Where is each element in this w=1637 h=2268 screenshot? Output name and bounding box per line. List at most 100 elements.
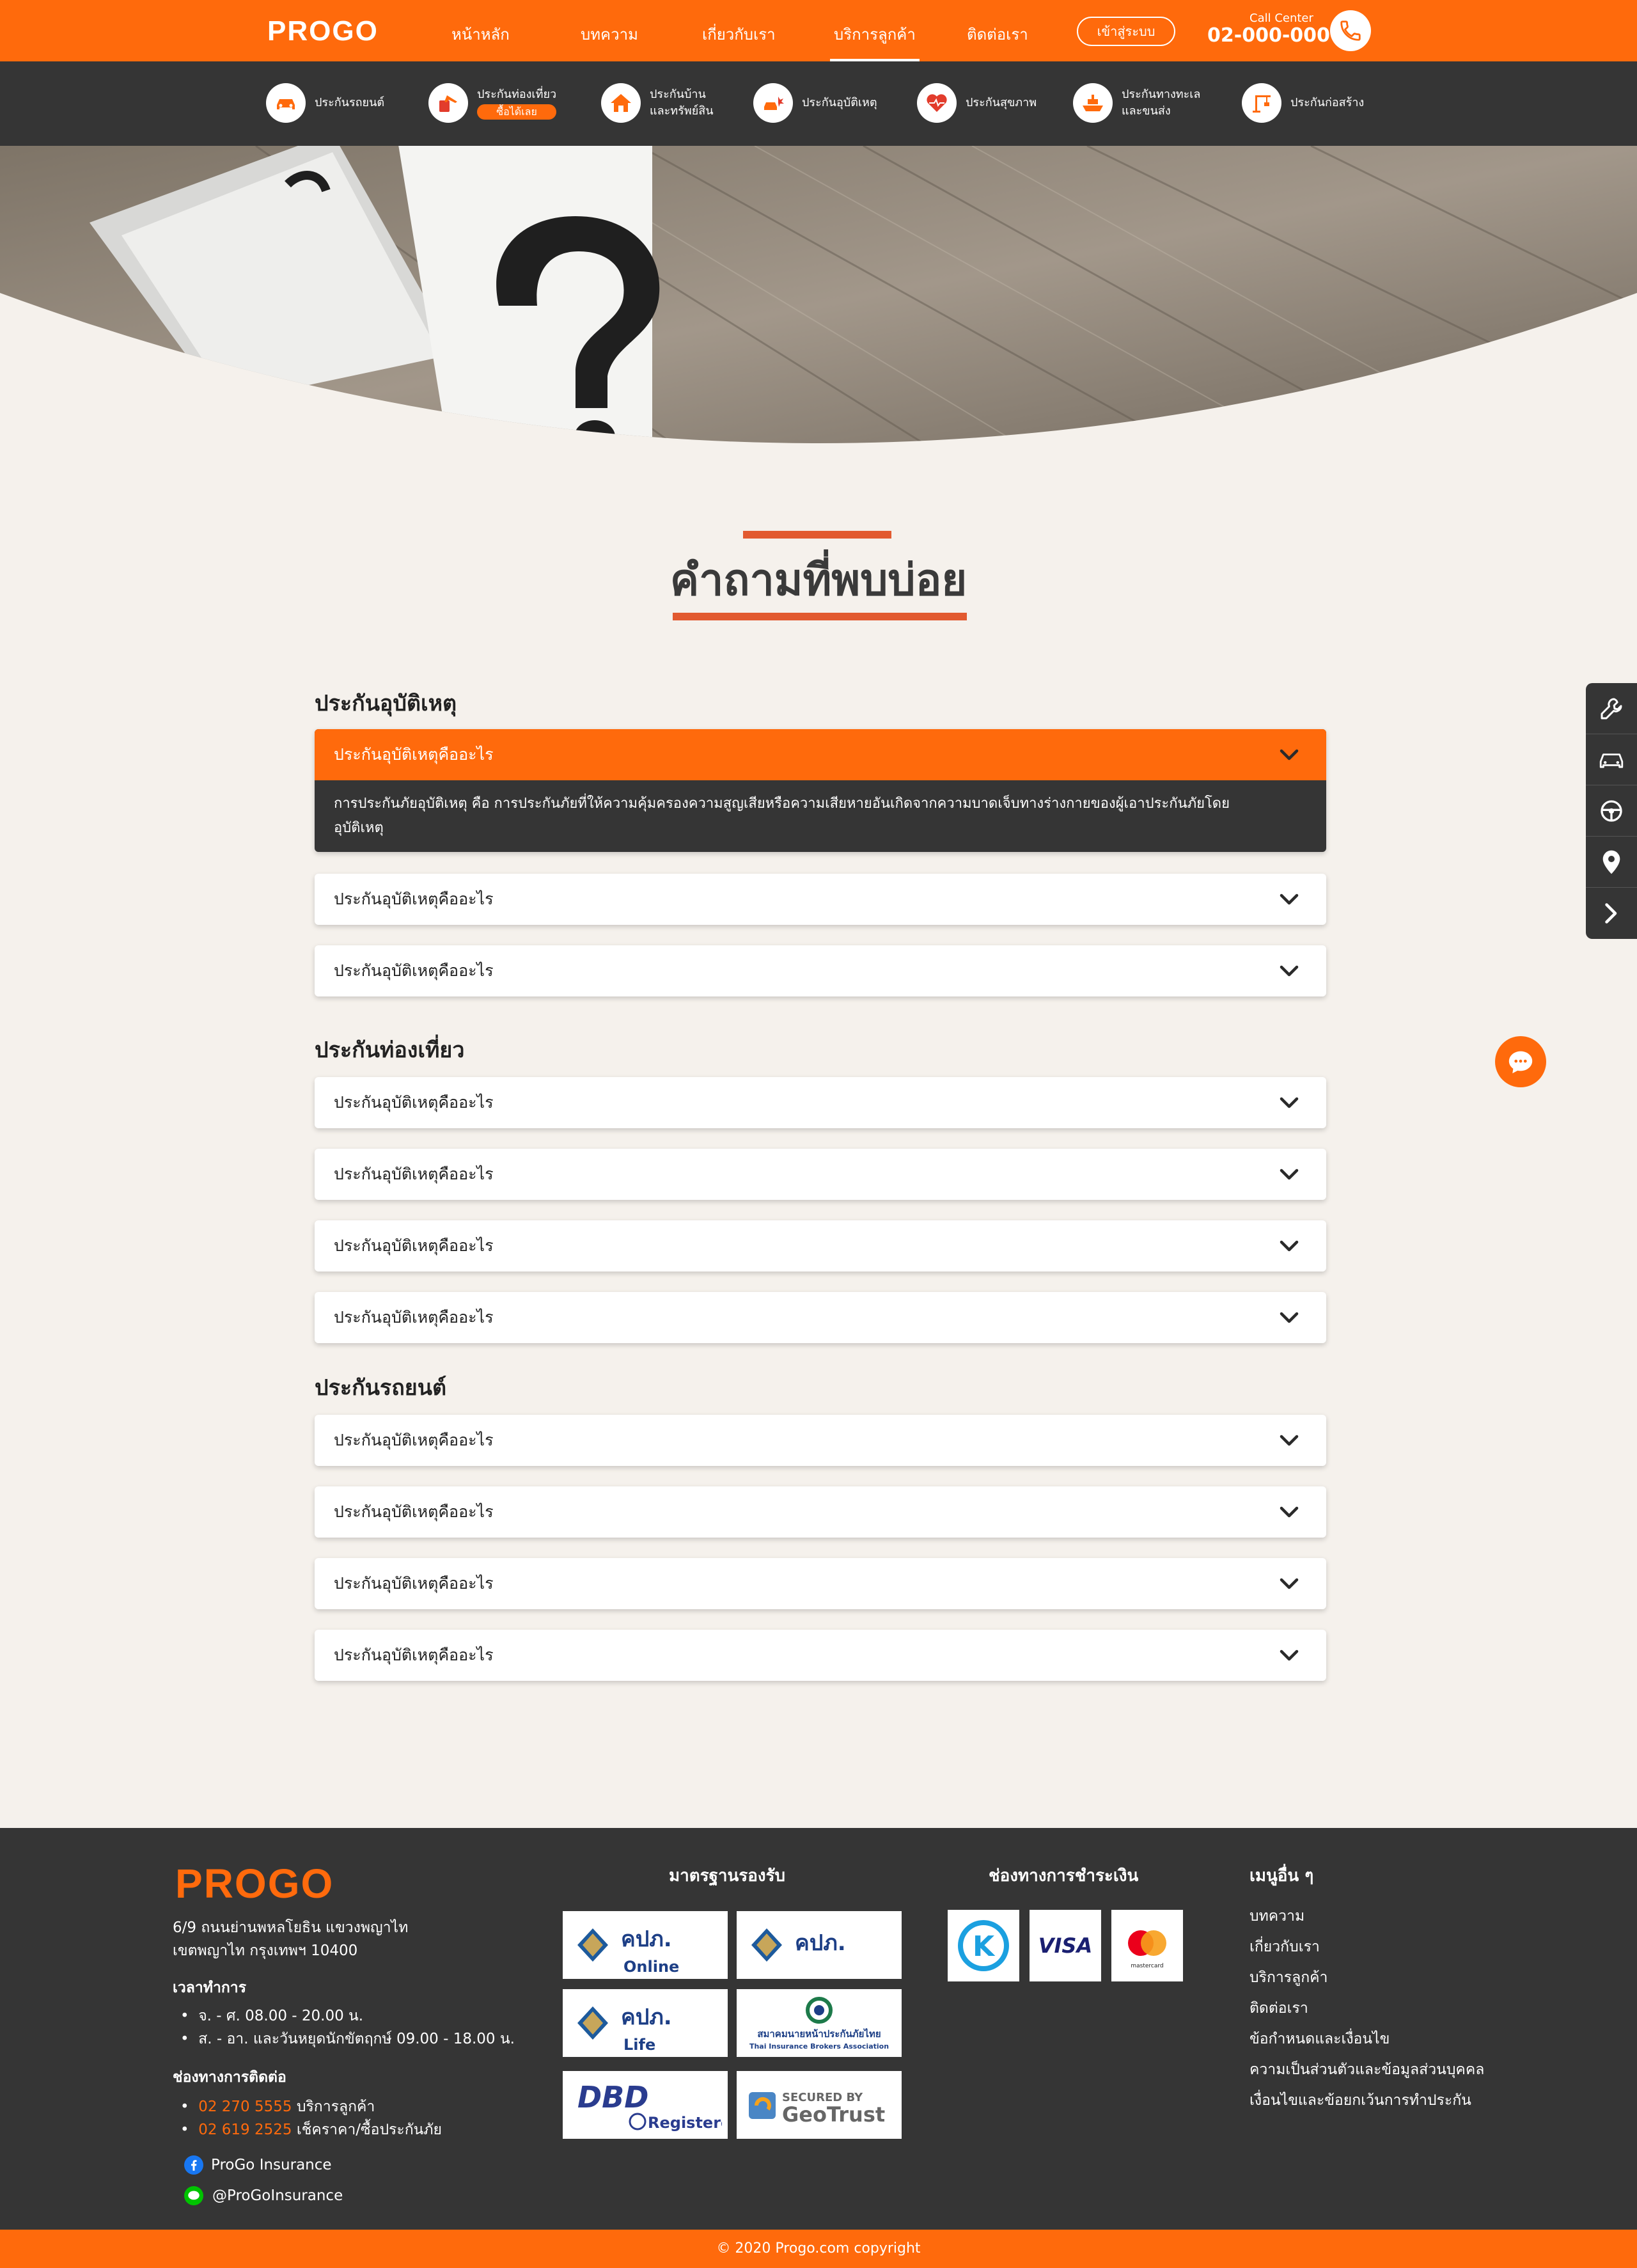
standards-heading: มาตรฐานรองรับ [669, 1866, 786, 1886]
footer-menu-link[interactable]: ข้อกำหนดและเงื่อนไข [1249, 2028, 1390, 2051]
nav-articles[interactable]: บทความ [581, 22, 638, 47]
footer-menu-link[interactable]: เกี่ยวกับเรา [1249, 1935, 1320, 1958]
faq-answer: การประกันภัยอุบัติเหตุ คือ การประกันภัยท… [334, 796, 1230, 836]
subnav-label: ประกันรถยนต์ [315, 96, 385, 109]
chevron-right-icon[interactable] [1586, 888, 1637, 939]
subnav-label-line1: ประกันทางทะเล [1122, 88, 1201, 101]
subnav-label: ประกันท่องเที่ยว [477, 88, 557, 101]
subnav-travel-insurance[interactable]: ประกันท่องเที่ยว ซื้อได้เลย [428, 81, 557, 125]
site-footer: PROGO 6/9 ถนนย่านพหลโยธิน แขวงพญาไท เขตพ… [0, 1828, 1637, 2230]
phone-number-link[interactable]: 02 619 2525 [198, 2122, 292, 2138]
svg-text:GeoTrust: GeoTrust [782, 2102, 885, 2127]
car-icon[interactable] [1586, 734, 1637, 785]
top-navigation-bar: PROGO หน้าหลัก บทความ เกี่ยวกับเรา บริกา… [0, 0, 1637, 63]
chevron-down-icon[interactable] [1278, 959, 1301, 982]
accident-icon [753, 83, 793, 123]
line-link[interactable]: @ProGoInsurance [184, 2186, 343, 2205]
steering-wheel-icon[interactable] [1586, 785, 1637, 837]
call-center-number[interactable]: 02-000-000 [1207, 24, 1330, 47]
phone-number-link[interactable]: 02 270 5555 [198, 2099, 292, 2115]
title-accent-bottom [673, 613, 967, 620]
chevron-down-icon[interactable] [1278, 1163, 1301, 1186]
subnav-construction-insurance[interactable]: ประกันก่อสร้าง [1242, 81, 1364, 125]
svg-text:Online: Online [623, 1958, 679, 1976]
login-button[interactable]: เข้าสู่ระบบ [1077, 17, 1175, 46]
footer-menu-link[interactable]: ความเป็นส่วนตัวและข้อมูลส่วนบุคคล [1249, 2058, 1484, 2081]
faq-question: ประกันอุบัติเหตุคืออะไร [334, 961, 494, 980]
floating-tool-panel [1586, 683, 1637, 939]
faq-item-expanded[interactable]: ประกันอุบัติเหตุคืออะไร การประกันภัยอุบั… [315, 729, 1326, 852]
address-line1: 6/9 ถนนย่านพหลโยธิน แขวงพญาไท [173, 1919, 409, 1936]
nav-customer-service[interactable]: บริการลูกค้า [830, 22, 920, 63]
hero-image [0, 146, 1637, 466]
line-icon [184, 2186, 203, 2205]
faq-item[interactable]: ประกันอุบัติเหตุคืออะไร [315, 1558, 1326, 1609]
location-pin-icon[interactable] [1586, 837, 1637, 888]
subnav-car-insurance[interactable]: ประกันรถยนต์ [266, 81, 384, 125]
faq-item[interactable]: ประกันอุบัติเหตุคืออะไร [315, 1630, 1326, 1681]
chevron-down-icon[interactable] [1278, 1306, 1301, 1329]
hours-weekday: • จ. - ศ. 08.00 - 20.00 น. [180, 2008, 364, 2024]
faq-section-heading: ประกันท่องเที่ยว [315, 1037, 465, 1063]
kbank-payment-icon: K [948, 1910, 1019, 1981]
faq-item[interactable]: ประกันอุบัติเหตุคืออะไร [315, 874, 1326, 925]
subnav-accident-insurance[interactable]: ประกันอุบัติเหตุ [753, 81, 877, 125]
oic-online-badge[interactable]: คปภ. Online [563, 1911, 728, 1979]
faq-item[interactable]: ประกันอุบัติเหตุคืออะไร [315, 1149, 1326, 1200]
svg-text:คปภ.: คปภ. [621, 2004, 672, 2030]
footer-menu-link[interactable]: ติดต่อเรา [1249, 1997, 1308, 2020]
title-accent-top [743, 531, 891, 539]
chevron-down-icon[interactable] [1278, 888, 1301, 911]
chevron-down-icon[interactable] [1278, 1091, 1301, 1114]
footer-menu-link[interactable]: เงื่อนไขและข้อยกเว้นการทำประกัน [1249, 2089, 1471, 2112]
hero-banner [0, 146, 1637, 466]
oic-life-badge[interactable]: คปภ. Life [563, 1989, 728, 2057]
chevron-down-icon[interactable] [1278, 1234, 1301, 1257]
thai-insurance-brokers-badge[interactable]: สมาคมนายหน้าประกันภัยไทย Thai Insurance … [737, 1989, 902, 2057]
faq-question: ประกันอุบัติเหตุคืออะไร [334, 1431, 494, 1449]
chevron-down-icon[interactable] [1278, 1429, 1301, 1452]
faq-item[interactable]: ประกันอุบัติเหตุคืออะไร [315, 1415, 1326, 1466]
wrench-icon[interactable] [1586, 683, 1637, 734]
subnav-label-line2: และทรัพย์สิน [650, 104, 714, 118]
nav-about[interactable]: เกี่ยวกับเรา [702, 22, 776, 47]
insurance-category-bar: ประกันรถยนต์ ประกันท่องเที่ยว ซื้อได้เลย… [0, 61, 1637, 146]
subnav-marine-insurance[interactable]: ประกันทางทะเล และขนส่ง [1073, 81, 1200, 125]
chevron-down-icon[interactable] [1278, 1572, 1301, 1595]
phone-icon[interactable] [1330, 10, 1371, 51]
faq-item[interactable]: ประกันอุบัติเหตุคืออะไร [315, 1486, 1326, 1538]
nav-home[interactable]: หน้าหลัก [451, 22, 510, 47]
svg-text:mastercard: mastercard [1131, 1963, 1163, 1969]
geotrust-badge[interactable]: SECURED BY GeoTrust [737, 2071, 902, 2139]
faq-item[interactable]: ประกันอุบัติเหตุคืออะไร [315, 1077, 1326, 1128]
subnav-home-insurance[interactable]: ประกันบ้าน และทรัพย์สิน [601, 81, 714, 125]
dbd-registered-badge[interactable]: DBD Registered [563, 2071, 728, 2139]
chat-bubble-icon[interactable] [1495, 1036, 1546, 1087]
svg-text:VISA: VISA [1038, 1933, 1092, 1958]
footer-logo[interactable]: PROGO [175, 1860, 334, 1907]
chevron-down-icon[interactable] [1278, 1644, 1301, 1667]
faq-section-heading: ประกันอุบัติเหตุ [315, 691, 457, 716]
facebook-icon [184, 2155, 203, 2175]
faq-question: ประกันอุบัติเหตุคืออะไร [334, 890, 494, 908]
faq-item[interactable]: ประกันอุบัติเหตุคืออะไร [315, 1220, 1326, 1272]
site-logo[interactable]: PROGO [267, 15, 379, 47]
subnav-health-insurance[interactable]: ประกันสุขภาพ [917, 81, 1037, 125]
travel-icon [428, 83, 468, 123]
faq-question: ประกันอุบัติเหตุคืออะไร [334, 1093, 494, 1112]
faq-item[interactable]: ประกันอุบัติเหตุคืออะไร [315, 945, 1326, 996]
buy-now-badge[interactable]: ซื้อได้เลย [477, 104, 557, 120]
nav-contact[interactable]: ติดต่อเรา [967, 22, 1028, 47]
chevron-down-icon[interactable] [1278, 1500, 1301, 1524]
faq-question: ประกันอุบัติเหตุคืออะไร [334, 1574, 494, 1593]
heart-pulse-icon [917, 83, 957, 123]
faq-item[interactable]: ประกันอุบัติเหตุคืออะไร [315, 1292, 1326, 1343]
footer-menu-link[interactable]: บริการลูกค้า [1249, 1966, 1328, 1989]
oic-badge[interactable]: คปภ. [737, 1911, 902, 1979]
facebook-link[interactable]: ProGo Insurance [184, 2155, 332, 2175]
chevron-down-icon[interactable] [1278, 743, 1301, 766]
footer-menu-link[interactable]: บทความ [1249, 1905, 1304, 1928]
faq-item-header[interactable]: ประกันอุบัติเหตุคืออะไร [315, 729, 1326, 780]
faq-section-heading: ประกันรถยนต์ [315, 1375, 447, 1401]
faq-question: ประกันอุบัติเหตุคืออะไร [334, 1308, 494, 1327]
